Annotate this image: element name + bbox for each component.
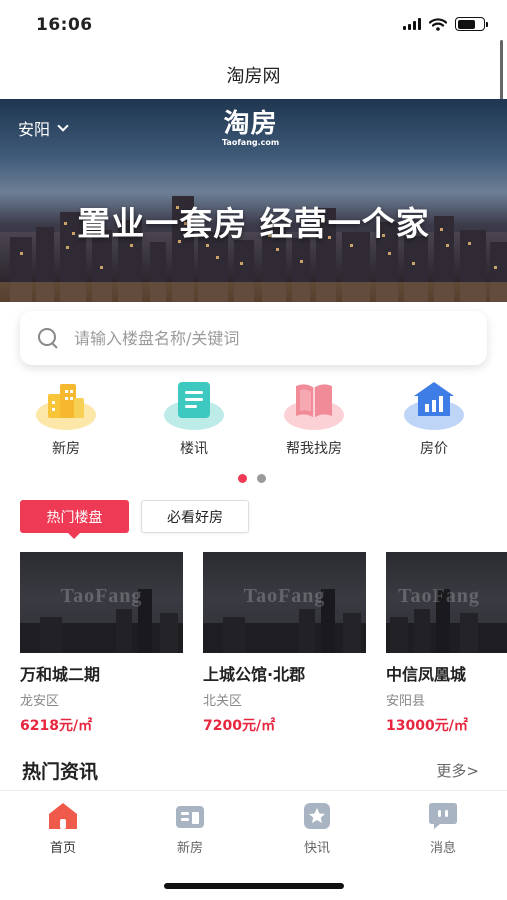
listing-image: TaoFang xyxy=(20,552,183,653)
listing-image: TaoFang xyxy=(386,552,507,653)
section-title-news: 热门资讯 xyxy=(22,761,99,783)
tab-must-see[interactable]: 必看好房 xyxy=(141,500,249,533)
quick-nav-news[interactable]: 楼讯 xyxy=(144,378,244,458)
new-house-icon xyxy=(175,802,205,830)
watermark-text: TaoFang xyxy=(243,585,326,607)
listing-image: TaoFang xyxy=(203,552,366,653)
title-bar: 淘房网 xyxy=(0,52,507,98)
city-name: 安阳 xyxy=(18,120,51,139)
listing-card[interactable]: TaoFang 中信凤凰城 安阳县 13000元/㎡ xyxy=(386,552,507,732)
tab-home[interactable]: 首页 xyxy=(13,802,113,856)
pager-dot-active[interactable] xyxy=(238,474,247,483)
listing-name: 中信凤凰城 xyxy=(386,665,467,684)
taofang-logo: 淘房 Taofang.com xyxy=(222,109,279,147)
battery-icon xyxy=(455,17,488,31)
status-time: 16:06 xyxy=(36,15,93,35)
watermark-text: TaoFang xyxy=(60,585,143,607)
tab-label: 首页 xyxy=(49,841,76,856)
listing-price: 13000元/㎡ xyxy=(386,718,468,732)
logo-domain: Taofang.com xyxy=(222,138,280,147)
listing-price: 6218元/㎡ xyxy=(20,718,93,732)
watermark-text: TaoFang xyxy=(398,585,480,607)
listing-price: 7200元/㎡ xyxy=(203,718,276,732)
message-icon xyxy=(428,802,458,830)
search-icon xyxy=(38,328,58,348)
listing-card[interactable]: TaoFang 万和城二期 龙安区 6218元/㎡ xyxy=(20,552,183,732)
listing-district: 北关区 xyxy=(203,694,243,709)
banner-slogan: 置业一套房 经营一个家 xyxy=(77,204,430,243)
listing-name: 上城公馆·北郡 xyxy=(203,665,306,684)
tab-label: 消息 xyxy=(429,841,456,856)
quick-nav-new-house[interactable]: 新房 xyxy=(16,378,116,458)
listing-district: 安阳县 xyxy=(386,694,426,709)
quick-nav-find-house[interactable]: 帮我找房 xyxy=(264,378,364,458)
quick-nav-label: 新房 xyxy=(52,441,80,457)
listing-district: 龙安区 xyxy=(20,694,60,709)
tab-new-house[interactable]: 新房 xyxy=(140,802,240,856)
flash-news-icon xyxy=(302,802,332,830)
quick-nav: 新房 楼讯 帮我找房 房价 xyxy=(0,378,507,458)
pager-dots xyxy=(238,474,266,483)
quick-nav-label: 楼讯 xyxy=(180,441,208,457)
status-icons xyxy=(403,17,488,31)
cellular-signal-icon xyxy=(403,18,421,30)
tab-label: 快讯 xyxy=(303,841,330,856)
quick-nav-price[interactable]: 房价 xyxy=(384,378,484,458)
logo-text: 淘房 xyxy=(223,109,278,139)
pager-dot[interactable] xyxy=(257,474,266,483)
home-icon xyxy=(48,802,78,830)
tab-label: 新房 xyxy=(176,841,203,856)
tab-flash-news[interactable]: 快讯 xyxy=(267,802,367,856)
status-bar: 16:06 xyxy=(0,0,507,52)
listing-name: 万和城二期 xyxy=(20,665,101,684)
hero-banner[interactable]: 安阳 淘房 Taofang.com 置业一套房 经营一个家 xyxy=(0,99,507,302)
listing-card[interactable]: TaoFang 上城公馆·北郡 北关区 7200元/㎡ xyxy=(203,552,366,732)
price-chart-icon xyxy=(402,378,466,430)
more-news-link[interactable]: 更多> xyxy=(436,760,479,781)
page-title: 淘房网 xyxy=(226,66,281,87)
city-selector[interactable]: 安阳 xyxy=(18,116,69,140)
chevron-down-icon xyxy=(57,119,69,132)
tab-hot-listings[interactable]: 热门楼盘 xyxy=(20,500,129,539)
building-icon xyxy=(34,378,98,430)
news-icon xyxy=(162,378,226,430)
book-icon xyxy=(282,378,346,430)
search-input[interactable] xyxy=(74,328,454,348)
wifi-icon xyxy=(429,17,447,31)
listing-carousel[interactable]: TaoFang 万和城二期 龙安区 6218元/㎡ TaoFang 上城公馆·北… xyxy=(20,552,507,732)
quick-nav-label: 房价 xyxy=(420,441,448,457)
home-indicator[interactable] xyxy=(164,883,344,889)
tab-messages[interactable]: 消息 xyxy=(393,802,493,856)
search-bar[interactable] xyxy=(20,311,487,365)
quick-nav-label: 帮我找房 xyxy=(286,441,342,457)
